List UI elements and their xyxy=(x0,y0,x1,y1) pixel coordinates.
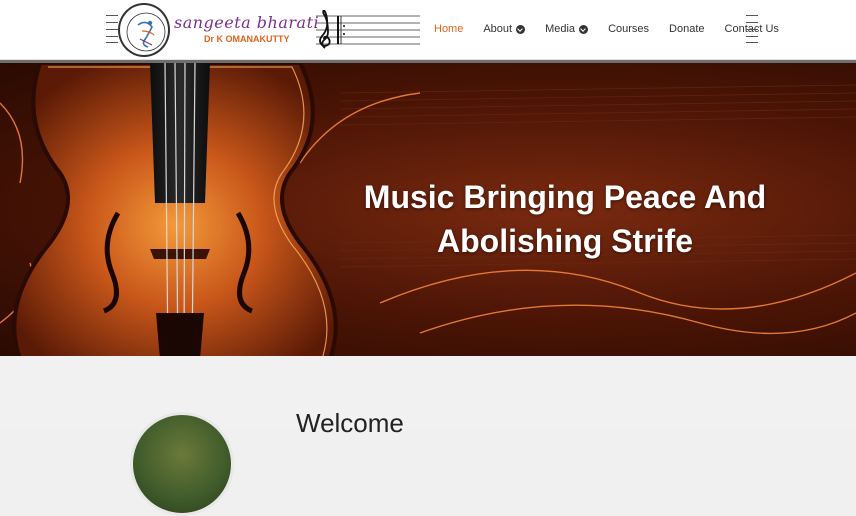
hero-banner: Music Bringing Peace And Abolishing Stri… xyxy=(0,60,856,356)
chevron-down-icon[interactable] xyxy=(516,24,526,34)
music-staff-icon xyxy=(746,15,758,43)
nav-donate[interactable]: Donate xyxy=(669,23,704,35)
site-header: sangeeta bharati Dr K OMANAKUTTY Home Ab… xyxy=(0,0,856,60)
nav-donate-label: Donate xyxy=(669,23,705,35)
treble-clef-icon xyxy=(316,8,420,50)
nav-courses[interactable]: Courses xyxy=(608,23,649,35)
nav-courses-label: Courses xyxy=(608,23,650,35)
nav-about-label: About xyxy=(483,23,513,35)
nav-home-label: Home xyxy=(434,23,464,35)
hero-title-line1: Music Bringing Peace And xyxy=(363,179,767,215)
main-nav: Home About Media Courses Donate Contact … xyxy=(434,20,799,38)
hero-title-line2: Abolishing Strife xyxy=(437,223,693,259)
chevron-down-icon[interactable] xyxy=(579,24,589,34)
hero-title: Music Bringing Peace And Abolishing Stri… xyxy=(340,175,790,263)
logo-seal[interactable] xyxy=(118,3,170,57)
welcome-section: Welcome xyxy=(0,356,856,516)
brand-subtitle: Dr K OMANAKUTTY xyxy=(204,34,290,44)
music-staff-icon xyxy=(106,15,118,43)
brand-name[interactable]: sangeeta bharati xyxy=(174,13,319,32)
nav-home[interactable]: Home xyxy=(434,23,463,35)
nav-media-label: Media xyxy=(545,23,576,35)
nav-about[interactable]: About xyxy=(483,23,526,35)
welcome-heading: Welcome xyxy=(296,408,404,438)
nav-media[interactable]: Media xyxy=(545,23,589,35)
